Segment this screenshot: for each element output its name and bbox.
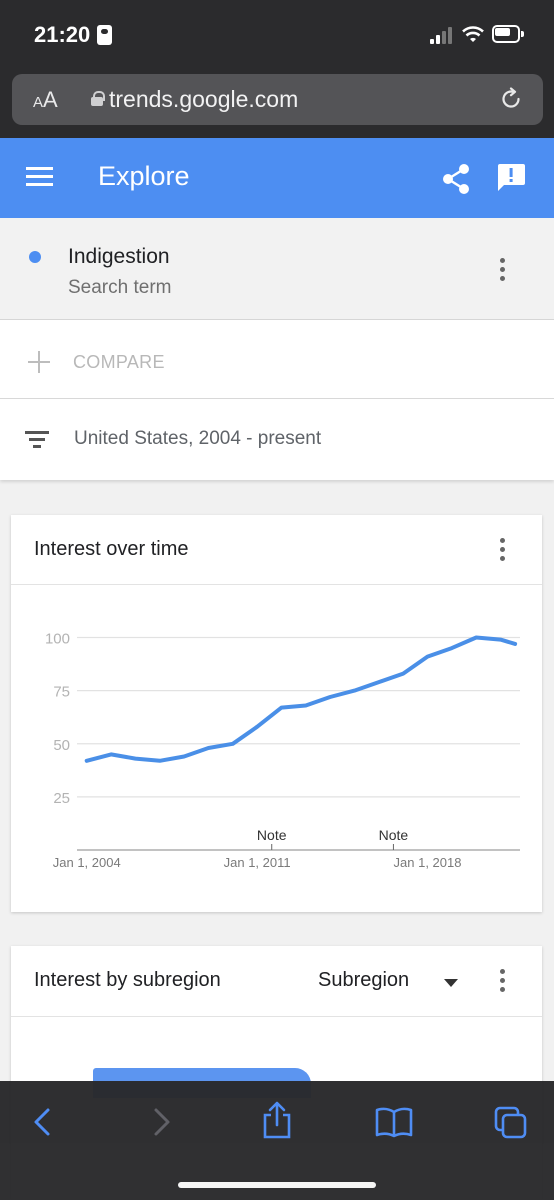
y-tick-label: 100 [45,631,70,648]
note-label: Note [379,827,409,843]
reload-icon[interactable] [499,87,523,111]
x-tick-label: Jan 1, 2018 [394,855,462,870]
feedback-icon[interactable] [496,162,526,193]
interest-over-time-title: Interest over time [34,538,189,560]
subregion-select[interactable]: Subregion [318,969,409,992]
menu-icon[interactable] [26,167,53,187]
home-indicator [178,1182,376,1188]
plus-icon [28,351,50,373]
contact-card-icon [97,25,112,45]
status-bar: 21:20 [0,0,554,66]
wifi-icon [462,26,484,42]
text-size-button[interactable]: AA [33,87,58,113]
interest-over-time-card: Interest over time 100 75 50 25 Jan 1, 2004 J… [11,515,542,912]
y-tick-label: 75 [53,684,70,701]
card-divider [11,1016,542,1017]
share-icon[interactable] [441,163,471,195]
back-icon[interactable] [22,1105,62,1139]
filter-icon [25,429,49,449]
dropdown-arrow-icon[interactable] [444,979,458,987]
address-bar[interactable]: AA trends.google.com [12,74,543,125]
x-tick-label: Jan 1, 2011 [224,855,291,870]
search-term-type: Search term [68,277,172,298]
term-color-dot [29,251,41,263]
bookmarks-icon[interactable] [374,1105,414,1139]
compare-button[interactable]: COMPARE [0,320,554,399]
forward-icon[interactable] [142,1105,182,1139]
url-text[interactable]: trends.google.com [109,86,298,113]
lock-icon [91,91,105,106]
series-line [84,635,518,763]
filter-row[interactable]: United States, 2004 - present [0,399,554,480]
note-label: Note [257,827,287,843]
page-title: Explore [98,161,190,191]
more-options-icon[interactable] [500,538,506,562]
more-options-icon[interactable] [500,969,506,993]
y-tick-label: 50 [53,737,70,754]
search-term-name[interactable]: Indigestion [68,245,170,269]
share-sheet-icon[interactable] [257,1101,297,1139]
x-tick-label: Jan 1, 2004 [53,855,121,870]
cellular-signal-icon [430,26,456,44]
compare-label: COMPARE [73,352,165,372]
app-header: Explore [0,138,554,218]
interest-by-subregion-title: Interest by subregion [34,969,221,991]
browser-toolbar: AA trends.google.com [0,66,554,138]
y-tick-label: 25 [53,790,70,807]
interest-line-chart: 100 75 50 25 Jan 1, 2004 Jan 1, 2011 Jan 1, 20… [45,631,520,870]
filter-summary[interactable]: United States, 2004 - present [74,428,321,450]
search-term-card[interactable]: Indigestion Search term [0,218,554,320]
status-time: 21:20 [34,22,91,47]
more-options-icon[interactable] [500,258,506,282]
tabs-icon[interactable] [491,1105,531,1139]
battery-icon [492,25,524,43]
